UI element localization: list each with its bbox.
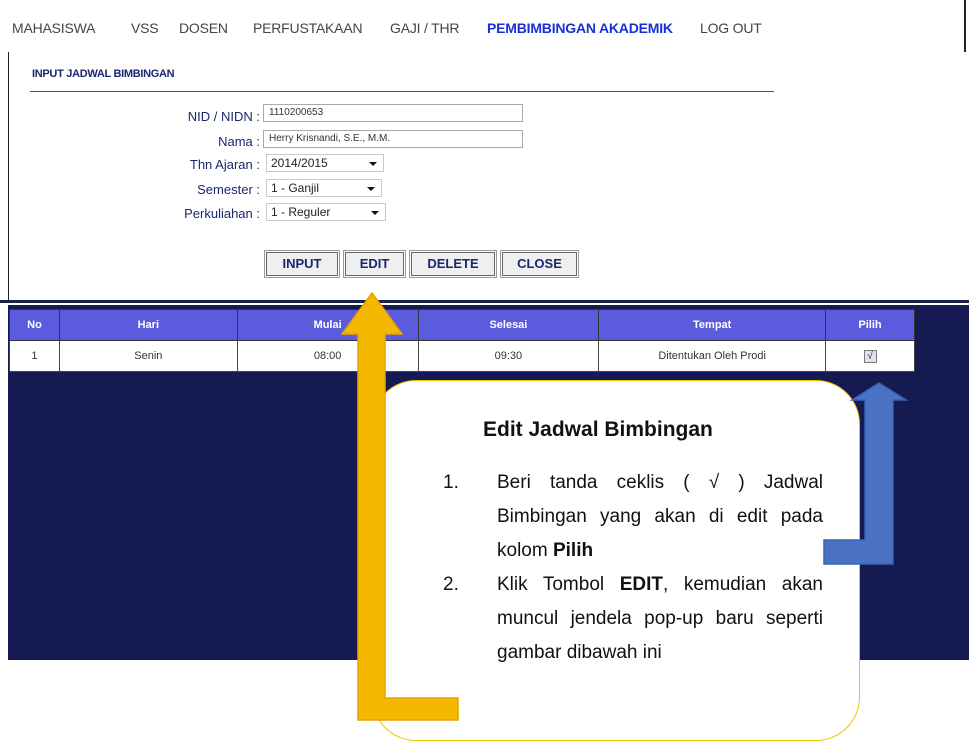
yellow-arrow-icon: [340, 291, 459, 721]
blue-arrow-icon: [823, 382, 909, 565]
annotation-arrows: [340, 291, 909, 721]
